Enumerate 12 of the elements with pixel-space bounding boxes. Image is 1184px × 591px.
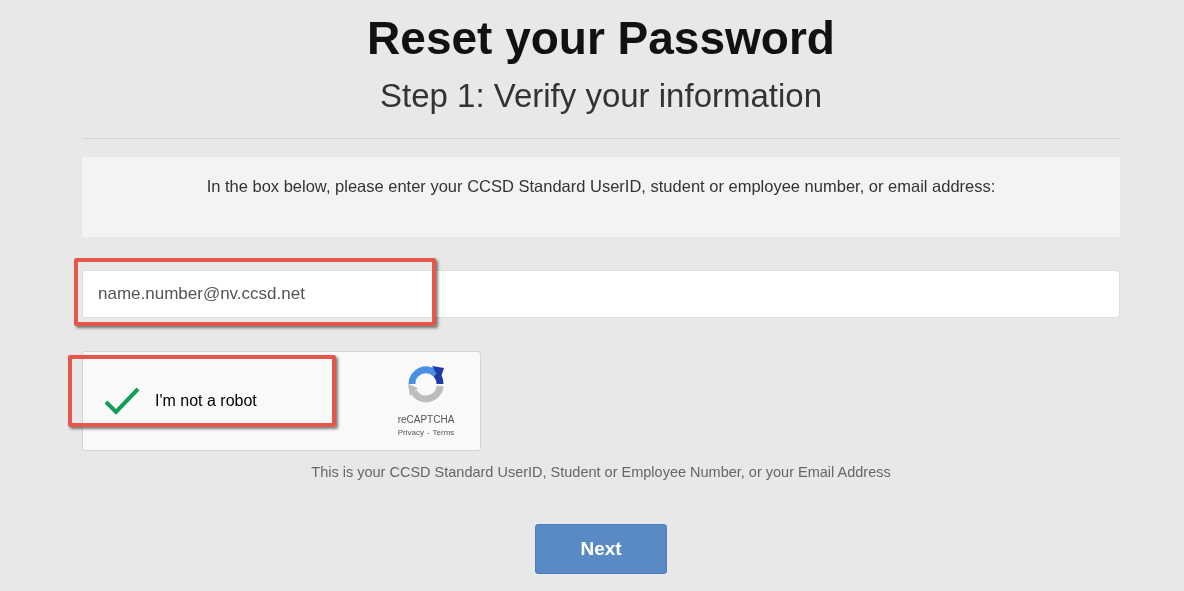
user-id-field[interactable]: name.number@nv.ccsd.net xyxy=(82,270,1120,318)
captcha-link[interactable]: Privacy xyxy=(397,428,424,437)
link-separator: - xyxy=(426,428,430,437)
instructions-text: In the box below, please enter your CCSD Standard UserID, student or employee number, or email address: xyxy=(205,177,997,196)
next-button[interactable]: Next xyxy=(535,524,667,574)
recaptcha-logo-icon xyxy=(406,364,446,404)
page-title: Reset your Password xyxy=(366,12,836,64)
captcha-link[interactable]: Terms xyxy=(432,428,455,437)
help-text: This is your CCSD Standard UserID, Student or Employee Number, or your Email Address xyxy=(310,464,892,480)
captcha-label: I'm not a robot xyxy=(155,392,257,410)
recaptcha-brand: reCAPTCHA xyxy=(397,414,455,425)
page-subtitle: Step 1: Verify your information xyxy=(378,76,824,116)
